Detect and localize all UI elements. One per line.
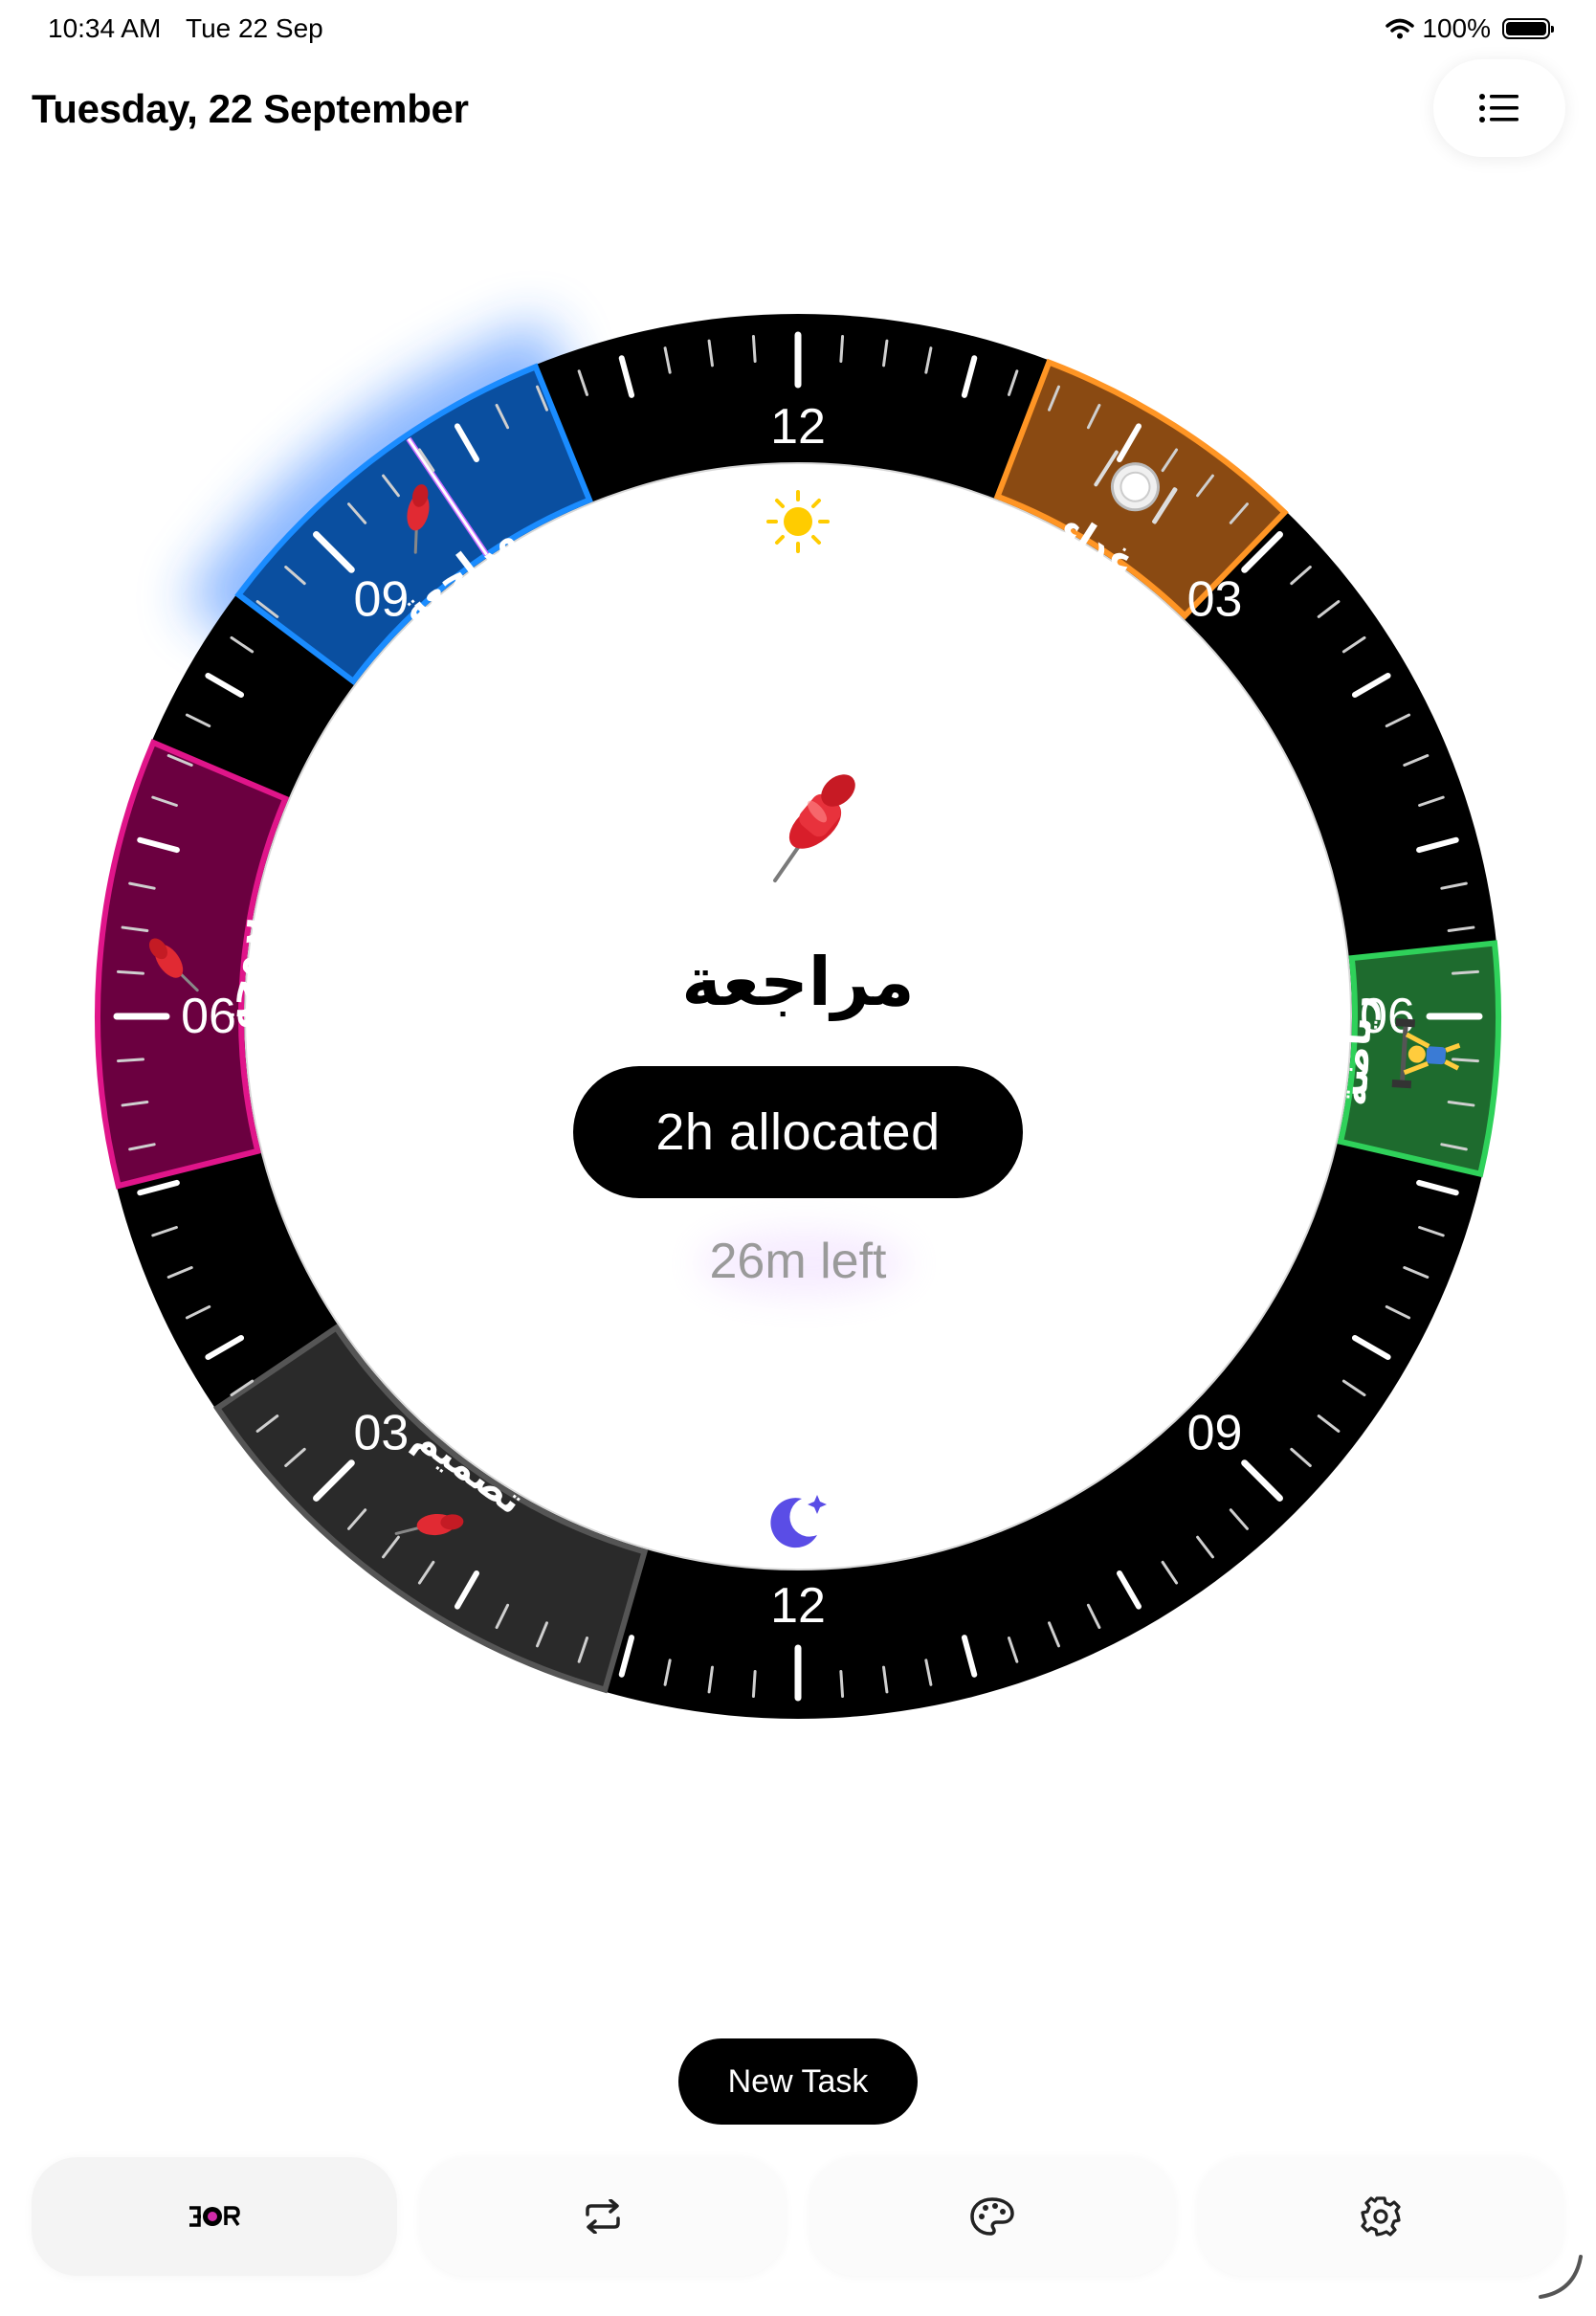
gear-icon bbox=[1361, 2196, 1401, 2237]
minute-tick bbox=[751, 335, 757, 363]
clock-logo-icon bbox=[189, 2206, 240, 2227]
palette-icon bbox=[970, 2197, 1014, 2236]
day-clock: 12 03 06 09 12 03 06 09 مراجعة غداء رياضة تصميم برم… bbox=[0, 0, 1596, 1818]
minute-tick bbox=[1452, 1058, 1479, 1063]
hour-label: 03 bbox=[1187, 571, 1243, 627]
new-task-button[interactable]: New Task bbox=[678, 2038, 918, 2125]
hour-label: 03 bbox=[354, 1406, 410, 1461]
minute-tick bbox=[117, 969, 144, 975]
minute-tick bbox=[839, 335, 845, 363]
allocated-text: 2h allocated bbox=[655, 1103, 941, 1161]
minute-tick bbox=[751, 1670, 757, 1698]
clock-dial: 1203060912030609 مراجعة غداءرياضةتصميمبرم… bbox=[95, 314, 1501, 1719]
minute-tick bbox=[117, 1058, 144, 1063]
current-task-name: مراجعة bbox=[681, 943, 914, 1021]
minute-tick bbox=[839, 1670, 845, 1698]
hour-label: 09 bbox=[1187, 1406, 1243, 1461]
tab-settings[interactable] bbox=[1198, 2157, 1563, 2276]
allocated-pill: 2h allocated bbox=[573, 1066, 1023, 1198]
task-label: برمجة bbox=[215, 915, 268, 1031]
task-label: رياضة bbox=[1331, 993, 1382, 1107]
tab-palette[interactable] bbox=[809, 2157, 1175, 2276]
tab-bar bbox=[0, 2153, 1596, 2297]
minute-tick bbox=[1452, 969, 1479, 975]
tab-clock[interactable] bbox=[32, 2157, 397, 2276]
tab-repeat[interactable] bbox=[420, 2157, 786, 2276]
remaining-text: 26m left bbox=[709, 1234, 887, 1289]
resize-handle-icon bbox=[1539, 2255, 1583, 2299]
hour-label: 12 bbox=[770, 1578, 826, 1634]
new-task-label: New Task bbox=[727, 2062, 869, 2100]
sun-icon bbox=[766, 490, 830, 553]
hour-label: 12 bbox=[770, 399, 826, 455]
repeat-icon bbox=[586, 2199, 620, 2234]
